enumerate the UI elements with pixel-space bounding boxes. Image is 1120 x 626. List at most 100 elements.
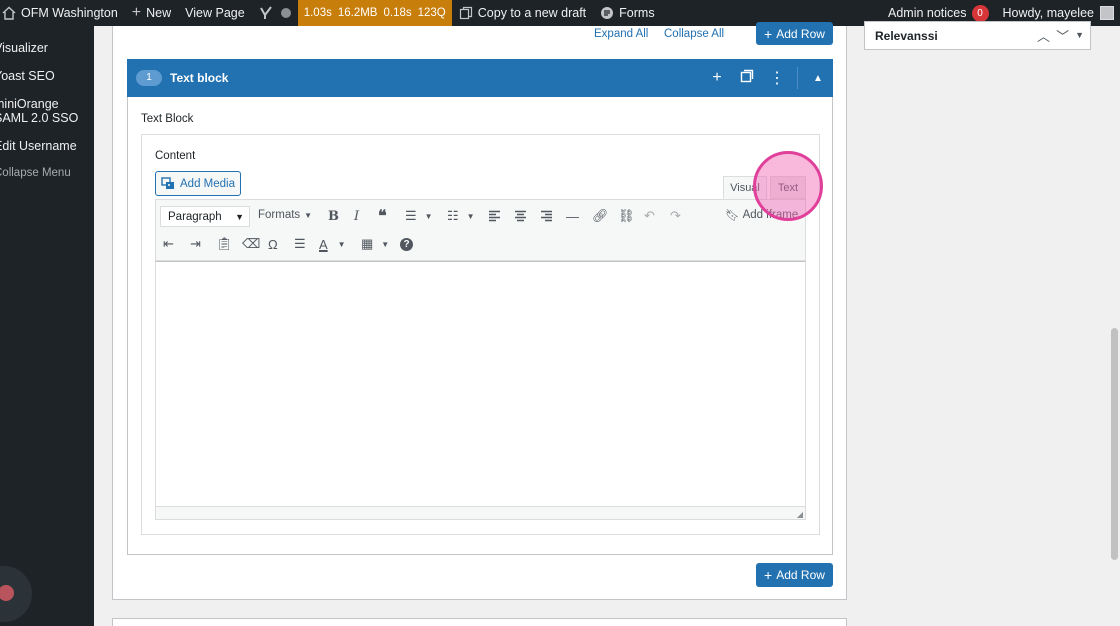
formats-menu-button[interactable]: Formats ▼ <box>258 205 312 225</box>
notices-count-badge: 0 <box>971 4 989 22</box>
add-iframe-button[interactable]: 🔖︎ Add iframe <box>725 205 798 225</box>
caret-down-icon: ▼ <box>381 239 390 249</box>
align-left-button[interactable] <box>488 206 501 226</box>
blockquote-button[interactable]: ❝ <box>378 206 387 226</box>
add-icon[interactable]: + <box>702 69 732 87</box>
outdent-icon: ⇤ <box>163 236 174 251</box>
forms-menu[interactable]: Forms <box>593 0 661 26</box>
remove-link-button[interactable]: ⛓︎ <box>618 206 635 226</box>
paste-text-button[interactable]: 📋︎ <box>216 234 233 254</box>
redo-button[interactable]: ↷ <box>670 206 681 226</box>
scrollbar-thumb[interactable] <box>1111 328 1118 560</box>
duplicate-svg <box>740 69 754 82</box>
special-character-button[interactable]: Ω <box>268 234 278 254</box>
add-media-label: Add Media <box>180 177 235 190</box>
plus-icon: + <box>764 567 773 583</box>
next-panel <box>112 618 847 626</box>
site-menu[interactable]: OFM Washington <box>0 0 125 26</box>
bullet-list-icon: ☰ <box>405 208 417 223</box>
yoast-icon <box>259 6 272 19</box>
tab-visual[interactable]: Visual <box>723 176 767 199</box>
format-select[interactable]: Paragraph ▼ <box>160 206 250 227</box>
qm-time: 1.03s <box>303 7 332 19</box>
move-down-icon[interactable]: ﹀ <box>1056 26 1069 45</box>
formats-label: Formats <box>258 209 301 221</box>
duplicate-icon[interactable] <box>732 69 762 88</box>
clear-formatting-button[interactable]: ⌫ <box>242 234 260 254</box>
caret-down-icon: ▼ <box>304 210 313 220</box>
clipboard-icon: 📋︎ <box>216 236 233 251</box>
expand-all-link[interactable]: Expand All <box>594 28 648 40</box>
collapse-menu-button[interactable]: Collapse Menu <box>0 166 71 180</box>
home-icon <box>2 6 16 20</box>
help-button[interactable]: ? <box>400 234 413 254</box>
tab-text[interactable]: Text <box>770 176 806 199</box>
content-label: Content <box>155 150 196 162</box>
outdent-button[interactable]: ⇤ <box>163 234 174 254</box>
editor-content-area[interactable] <box>155 261 806 520</box>
forms-label: Forms <box>619 6 655 20</box>
table-button[interactable]: ▦ ▼ <box>361 234 389 254</box>
align-center-button[interactable] <box>514 206 527 226</box>
collapse-all-link[interactable]: Collapse All <box>664 28 724 40</box>
add-media-button[interactable]: Add Media <box>155 171 241 196</box>
query-monitor-menu[interactable]: 1.03s 16.2MB 0.18s 123Q <box>297 0 452 26</box>
numbered-list-button[interactable]: ☷ ▼ <box>447 206 475 226</box>
add-row-label: Add Row <box>776 568 825 582</box>
toggle-panel-icon[interactable]: ▼ <box>1075 26 1084 45</box>
align-right-button[interactable] <box>540 206 553 226</box>
admin-sidebar: Visualizer Yoast SEO miniOrange SAML 2.0… <box>0 26 94 626</box>
add-row-button-top[interactable]: + Add Row <box>756 22 833 45</box>
quote-icon: ❝ <box>378 208 387 225</box>
row-number-badge: 1 <box>136 70 162 86</box>
sidebar-item-miniorange[interactable]: miniOrange <box>0 97 59 111</box>
caret-down-icon: ▼ <box>235 211 244 222</box>
indent-icon: ⇥ <box>190 236 201 251</box>
eraser-icon: ⌫ <box>242 236 261 251</box>
bullet-list-button[interactable]: ☰ ▼ <box>405 206 433 226</box>
text-block-label: Text Block <box>141 113 194 125</box>
align-left-icon <box>489 210 500 222</box>
view-page-link[interactable]: View Page <box>178 0 252 26</box>
insert-link-button[interactable]: 🔗︎ <box>592 206 609 226</box>
unlink-icon: ⛓︎ <box>618 208 635 223</box>
row-header[interactable]: 1 Text block + ⋮ ▲ <box>127 59 833 97</box>
new-content-menu[interactable]: + New <box>125 0 178 26</box>
undo-icon: ↶ <box>644 208 655 223</box>
align-right-icon <box>541 210 552 222</box>
forms-icon <box>601 7 614 19</box>
collapse-up-icon[interactable]: ▲ <box>803 73 833 84</box>
table-icon: ▦ <box>361 236 374 251</box>
metabox-title: Relevanssi <box>875 29 938 43</box>
add-row-label: Add Row <box>776 26 825 41</box>
sidebar-item-visualizer[interactable]: Visualizer <box>0 41 48 55</box>
move-up-icon[interactable]: ︿ <box>1037 26 1050 45</box>
sidebar-item-yoast[interactable]: Yoast SEO <box>0 69 55 83</box>
sidebar-item-saml[interactable]: SAML 2.0 SSO <box>0 111 78 125</box>
yoast-menu[interactable] <box>252 0 298 26</box>
numbered-list-icon: ☷ <box>447 208 459 223</box>
divider <box>797 67 798 89</box>
bookmark-icon: 🔖︎ <box>725 210 740 222</box>
bold-button[interactable]: B <box>328 206 339 226</box>
more-options-icon[interactable]: ⋮ <box>762 68 792 88</box>
undo-button[interactable]: ↶ <box>644 206 655 226</box>
indent-button[interactable]: ⇥ <box>190 234 201 254</box>
copy-icon <box>459 6 472 20</box>
more-tag-icon: ☰ <box>294 236 306 251</box>
italic-button[interactable]: I <box>354 206 359 226</box>
omega-icon: Ω <box>268 236 278 252</box>
add-iframe-label: Add iframe <box>742 209 799 221</box>
text-color-button[interactable]: A ▼ <box>319 234 346 254</box>
status-dot-icon <box>280 8 291 18</box>
add-row-button-bottom[interactable]: + Add Row <box>756 563 833 587</box>
read-more-button[interactable]: ☰ <box>294 234 306 254</box>
caret-down-icon: ▼ <box>466 211 475 221</box>
sidebar-item-edit-username[interactable]: Edit Username <box>0 139 77 153</box>
caret-down-icon: ▼ <box>337 239 346 249</box>
redo-icon: ↷ <box>670 208 681 223</box>
resize-handle-icon[interactable]: ◢ <box>797 510 803 519</box>
new-label: New <box>146 6 172 20</box>
copy-draft-link[interactable]: Copy to a new draft <box>452 0 593 26</box>
horizontal-line-button[interactable]: — <box>566 206 579 226</box>
